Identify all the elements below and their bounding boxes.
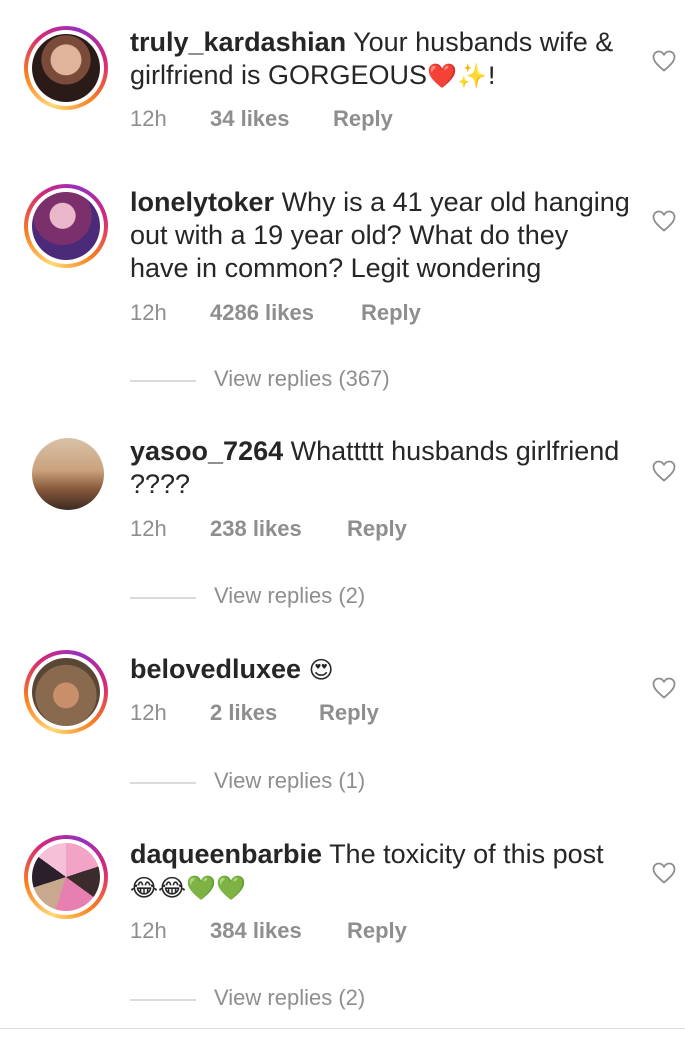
comment-time: 12h	[130, 300, 167, 325]
view-replies-label: View replies (1)	[214, 768, 366, 793]
avatar[interactable]	[24, 650, 108, 734]
reply-thread-line	[130, 380, 196, 382]
bottom-divider	[0, 1028, 685, 1029]
reply-button[interactable]: Reply	[319, 700, 379, 726]
comment-text: The toxicity of this post	[329, 839, 604, 869]
avatar[interactable]	[32, 438, 104, 510]
comment-time: 12h	[130, 516, 167, 541]
comment-body: daqueenbarbie The toxicity of this post …	[130, 838, 630, 905]
view-replies-label: View replies (2)	[214, 583, 366, 608]
reply-button[interactable]: Reply	[333, 106, 393, 132]
likes-count[interactable]: 34 likes	[210, 106, 290, 132]
likes-count[interactable]: 238 likes	[210, 516, 302, 542]
view-replies-link[interactable]: View replies (1)	[130, 768, 530, 798]
view-replies-label: View replies (367)	[214, 366, 390, 391]
view-replies-label: View replies (2)	[214, 985, 366, 1010]
comment-emoji: 😍	[308, 656, 334, 684]
comment-time: 12h	[130, 700, 167, 725]
comment-time: 12h	[130, 918, 167, 943]
heart-outline-icon[interactable]	[652, 50, 676, 72]
comment-time: 12h	[130, 106, 167, 131]
likes-count[interactable]: 2 likes	[210, 700, 277, 726]
reply-button[interactable]: Reply	[347, 918, 407, 944]
comment-username[interactable]: daqueenbarbie	[130, 839, 322, 869]
view-replies-link[interactable]: View replies (367)	[130, 366, 530, 396]
comment-username[interactable]: belovedluxee	[130, 654, 301, 684]
view-replies-link[interactable]: View replies (2)	[130, 985, 530, 1015]
comment-emoji: ❤️✨!	[427, 62, 497, 90]
comment-emoji: 😂😂💚💚	[130, 874, 246, 902]
likes-count[interactable]: 384 likes	[210, 918, 302, 944]
comment-body: lonelytoker Why is a 41 year old hanging…	[130, 186, 630, 285]
view-replies-link[interactable]: View replies (2)	[130, 583, 530, 613]
reply-thread-line	[130, 597, 196, 599]
reply-thread-line	[130, 782, 196, 784]
reply-thread-line	[130, 999, 196, 1001]
reply-button[interactable]: Reply	[347, 516, 407, 542]
heart-outline-icon[interactable]	[652, 460, 676, 482]
comment-username[interactable]: yasoo_7264	[130, 436, 283, 466]
comment-body: belovedluxee 😍	[130, 653, 630, 687]
heart-outline-icon[interactable]	[652, 862, 676, 884]
comment-username[interactable]: truly_kardashian	[130, 27, 346, 57]
comment-body: yasoo_7264 Whattttt husbands girlfriend …	[130, 435, 630, 501]
comment-body: truly_kardashian Your husbands wife & gi…	[130, 26, 630, 93]
reply-button[interactable]: Reply	[361, 300, 421, 326]
avatar[interactable]	[24, 835, 108, 919]
heart-outline-icon[interactable]	[652, 677, 676, 699]
likes-count[interactable]: 4286 likes	[210, 300, 314, 326]
avatar[interactable]	[24, 26, 108, 110]
comment-username[interactable]: lonelytoker	[130, 187, 274, 217]
avatar[interactable]	[24, 184, 108, 268]
heart-outline-icon[interactable]	[652, 210, 676, 232]
